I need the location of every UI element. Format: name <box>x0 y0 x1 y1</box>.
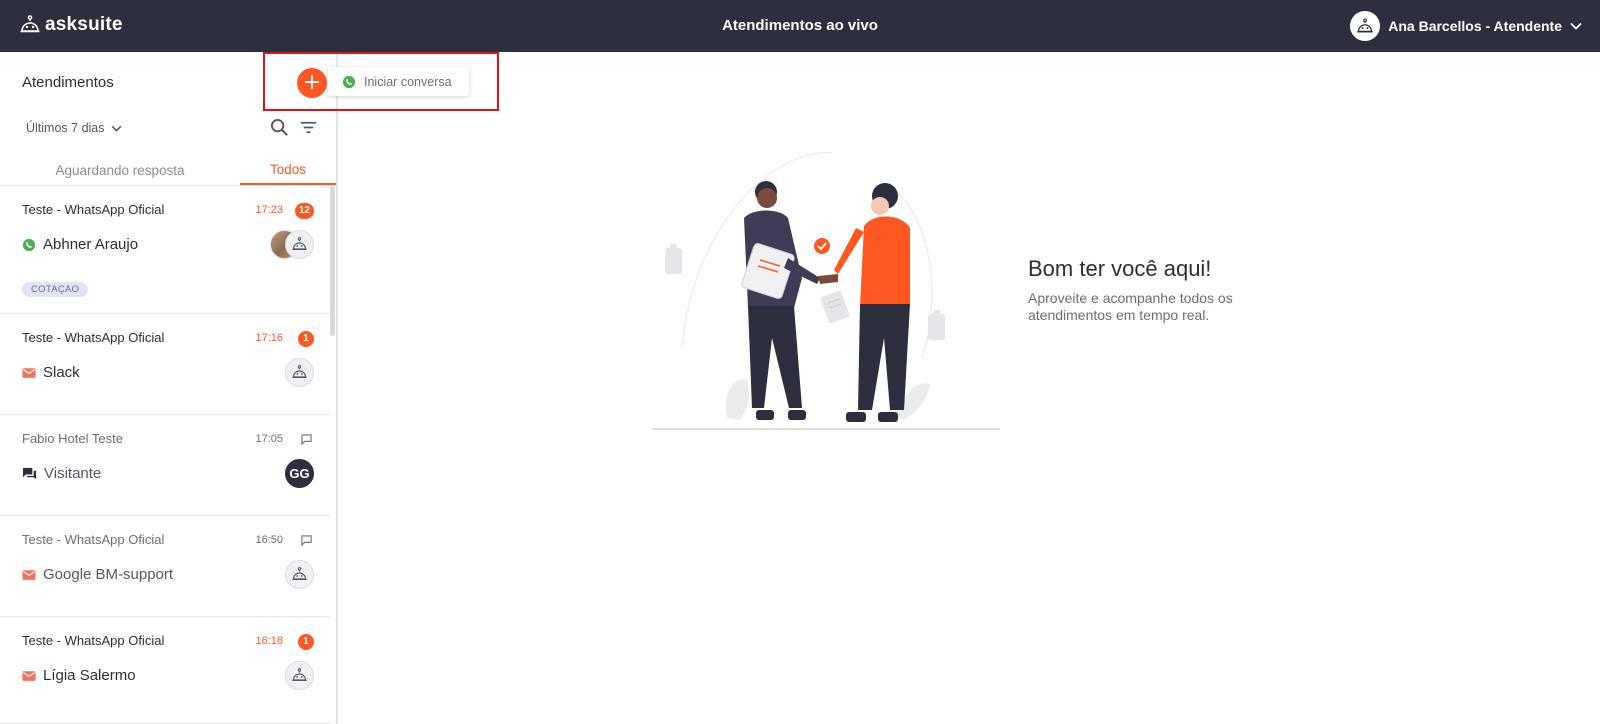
contact-name: Google BM-support <box>43 566 174 583</box>
search-icon[interactable] <box>270 118 289 137</box>
user-menu[interactable]: Ana Barcellos - Atendente <box>1350 11 1582 41</box>
bot-avatar-icon <box>292 237 307 250</box>
start-conversation-popover[interactable]: Iniciar conversa <box>328 67 469 96</box>
user-name: Ana Barcellos - Atendente <box>1388 18 1562 34</box>
unread-badge: 1 <box>298 634 314 650</box>
chevron-down-icon <box>111 125 121 132</box>
period-label: Últimos 7 dias <box>26 121 105 135</box>
message-icon <box>301 434 312 445</box>
whatsapp-icon <box>342 75 356 88</box>
bot-avatar-icon <box>1357 17 1374 32</box>
bot-avatar-icon <box>292 365 307 378</box>
email-icon <box>22 367 36 378</box>
conversation-channel: Teste - WhatsApp Oficial <box>22 330 165 345</box>
conversation-time: 16:18 <box>255 635 283 647</box>
contact-name: Abhner Araujo <box>43 236 139 253</box>
conversation-contact: Lígia Salermo <box>22 667 136 684</box>
period-selector[interactable]: Últimos 7 dias <box>26 121 122 135</box>
welcome-title: Bom ter você aqui! <box>1028 256 1212 281</box>
unread-badge: 1 <box>298 331 314 347</box>
conversation-channel: Fabio Hotel Teste <box>22 431 123 446</box>
agent-initials-avatar: GG <box>285 459 314 488</box>
chevron-down-icon <box>1570 22 1582 30</box>
conversation-item[interactable]: Teste - WhatsApp Oficial 17:16 1 Slack <box>0 314 330 415</box>
conversation-time: 16:50 <box>255 534 283 546</box>
bot-avatar <box>285 358 314 387</box>
tab-waiting[interactable]: Aguardando resposta <box>0 154 240 185</box>
top-bar: asksuite Atendimentos ao vivo Ana Barcel… <box>0 0 1600 52</box>
sidebar-title: Atendimentos <box>22 74 114 91</box>
bot-avatar <box>285 230 314 259</box>
sidebar-tools <box>270 118 318 137</box>
conversation-time: 17:23 <box>255 204 283 216</box>
conversation-tag: COTAÇAO <box>22 282 89 297</box>
conversation-contact: Visitante <box>22 465 101 482</box>
contact-name: Visitante <box>44 465 102 482</box>
conversation-contact: Slack <box>22 364 80 381</box>
conversation-contact: Abhner Araujo <box>22 236 138 253</box>
unread-badge: 12 <box>294 203 314 219</box>
message-icon <box>301 535 312 546</box>
conversation-channel: Teste - WhatsApp Oficial <box>22 532 165 547</box>
conversation-tabs: Aguardando resposta Todos <box>0 154 336 186</box>
conversation-item[interactable]: Fabio Hotel Teste 17:05 Visitante GG <box>0 415 330 516</box>
bot-avatar <box>285 560 314 589</box>
conversation-channel: Teste - WhatsApp Oficial <box>22 202 165 217</box>
chat-icon <box>22 467 37 479</box>
welcome-subtitle: Aproveite e acompanhe todos os atendimen… <box>1028 290 1233 323</box>
sidebar-scrollbar[interactable] <box>330 186 335 336</box>
tab-all[interactable]: Todos <box>240 154 336 185</box>
filter-icon[interactable] <box>299 118 318 137</box>
bot-avatar-icon <box>292 567 307 580</box>
conversation-contact: Google BM-support <box>22 566 173 583</box>
whatsapp-icon <box>22 238 36 251</box>
conversation-item[interactable]: Teste - WhatsApp Oficial 16:50 Google BM… <box>0 516 330 617</box>
handshake-illustration <box>652 152 1000 430</box>
bot-avatar-icon <box>292 668 307 681</box>
user-avatar <box>1350 11 1381 41</box>
conversation-time: 17:16 <box>255 332 283 344</box>
email-icon <box>22 569 36 580</box>
conversation-item[interactable]: Teste - WhatsApp Oficial 16:18 1 Lígia S… <box>0 617 330 724</box>
contact-name: Lígia Salermo <box>43 667 136 684</box>
new-conversation-button[interactable]: + <box>297 68 327 98</box>
bot-avatar <box>285 661 314 690</box>
conversation-time: 17:05 <box>255 433 283 445</box>
start-conversation-label: Iniciar conversa <box>364 74 452 89</box>
conversation-channel: Teste - WhatsApp Oficial <box>22 633 165 648</box>
conversations-sidebar: Atendimentos + Últimos 7 dias Aguardando… <box>0 52 338 724</box>
contact-name: Slack <box>43 364 80 381</box>
email-icon <box>22 670 36 681</box>
conversation-item[interactable]: Teste - WhatsApp Oficial 17:23 12 Abhner… <box>0 186 330 314</box>
